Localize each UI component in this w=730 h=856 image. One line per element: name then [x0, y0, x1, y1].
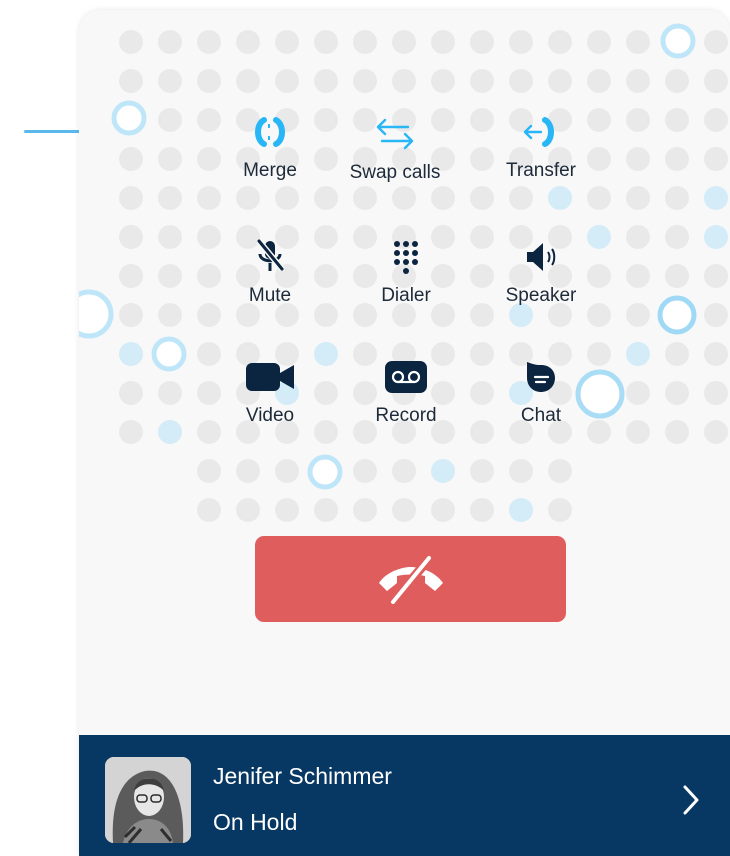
caller-name: Jenifer Schimmer [213, 763, 392, 789]
voicemail-icon [346, 355, 466, 399]
mute-label: Mute [248, 285, 292, 306]
speaker-label: Speaker [505, 285, 577, 306]
chat-bubble-icon [481, 355, 601, 399]
mic-off-icon [210, 235, 330, 279]
mute-button[interactable]: Mute [210, 235, 330, 307]
dialer-label: Dialer [381, 285, 431, 306]
merge-label: Merge [243, 160, 297, 181]
call-control-panel: Merge Swap calls Transfer Mute Dialer Sp… [79, 10, 730, 856]
dialpad-icon [346, 235, 466, 279]
swap-icon [335, 112, 455, 156]
transfer-icon [481, 110, 601, 154]
chevron-right-icon[interactable] [679, 783, 703, 817]
record-label: Record [375, 405, 437, 426]
caller-avatar [105, 757, 191, 843]
hang-up-icon [378, 554, 443, 605]
video-camera-icon [210, 355, 330, 399]
merge-icon [210, 110, 330, 154]
video-button[interactable]: Video [210, 355, 330, 427]
swap-calls-label: Swap calls [349, 162, 441, 183]
transfer-label: Transfer [505, 160, 577, 181]
speaker-icon [481, 235, 601, 279]
transfer-button[interactable]: Transfer [481, 110, 601, 182]
dialer-button[interactable]: Dialer [346, 235, 466, 307]
hang-up-button[interactable] [255, 536, 566, 622]
video-label: Video [245, 405, 295, 426]
speaker-button[interactable]: Speaker [481, 235, 601, 307]
chat-label: Chat [520, 405, 562, 426]
call-status: On Hold [213, 809, 298, 835]
record-button[interactable]: Record [346, 355, 466, 427]
swap-calls-button[interactable]: Swap calls [335, 112, 455, 184]
merge-button[interactable]: Merge [210, 110, 330, 182]
on-hold-call-bar[interactable]: Jenifer Schimmer On Hold [79, 735, 730, 856]
chat-button[interactable]: Chat [481, 355, 601, 427]
